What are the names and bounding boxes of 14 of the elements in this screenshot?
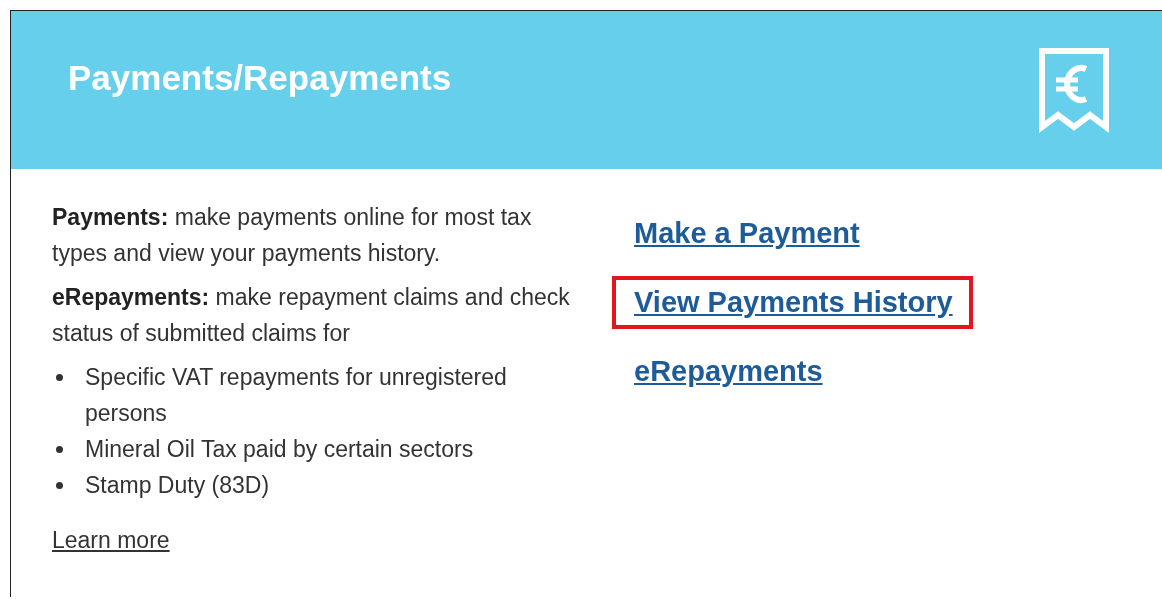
action-link[interactable]: View Payments History (612, 276, 973, 329)
bullet-icon (56, 374, 63, 381)
action-link[interactable]: Make a Payment (612, 207, 880, 260)
card-title: Payments/Repayments (68, 58, 452, 98)
bullet-text: Mineral Oil Tax paid by certain sectors (85, 435, 475, 464)
description-text: Payments: make payments online for most tax types and view your payments history. (52, 203, 533, 268)
bullet-icon (56, 482, 63, 489)
description-text: eRepayments: make repayment claims and check status of submitted claims for (52, 283, 571, 348)
bullet-text: Stamp Duty (83D) (85, 471, 271, 500)
learn-more-link[interactable]: Learn more (52, 527, 170, 554)
bullet-icon (56, 446, 63, 453)
action-link[interactable]: eRepayments (612, 345, 843, 398)
euro-receipt-icon (1038, 47, 1110, 133)
bullet-text: Specific VAT repayments for unregistered persons (85, 363, 508, 428)
